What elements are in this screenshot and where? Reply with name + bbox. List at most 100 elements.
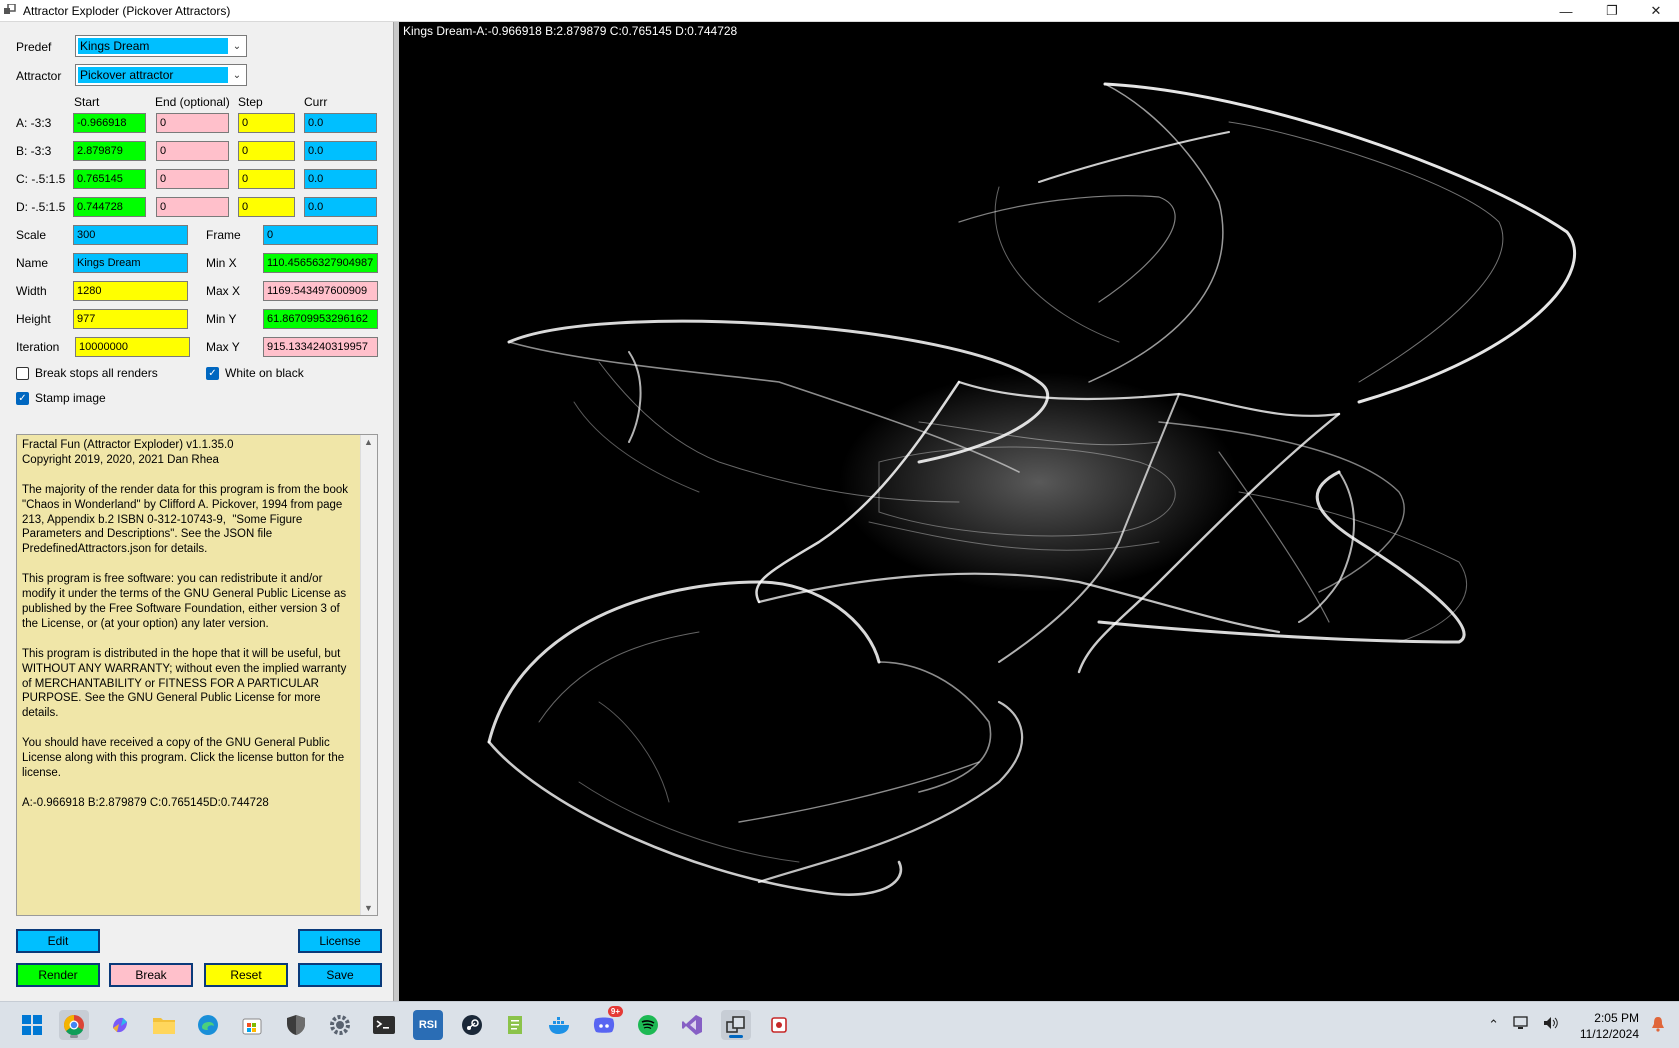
chrome-icon[interactable] <box>59 1010 89 1040</box>
iteration-label: Iteration <box>16 340 60 354</box>
scroll-down-icon[interactable]: ▼ <box>364 903 373 913</box>
start-icon[interactable] <box>17 1010 47 1040</box>
render-button[interactable]: Render <box>16 963 100 987</box>
scale-label: Scale <box>16 228 47 242</box>
close-button[interactable]: ✕ <box>1633 0 1679 22</box>
steam-icon[interactable] <box>457 1010 487 1040</box>
restore-button[interactable]: ❐ <box>1589 0 1635 22</box>
clock-date: 11/12/2024 <box>1579 1027 1639 1041</box>
col-end-header: End (optional) <box>155 95 230 109</box>
frame-label: Frame <box>206 228 241 242</box>
iteration-input[interactable]: 10000000 <box>75 337 190 357</box>
network-icon[interactable] <box>1513 1016 1529 1033</box>
height-input[interactable]: 977 <box>73 309 188 329</box>
param-d-step-input[interactable]: 0 <box>238 197 295 217</box>
volume-icon[interactable] <box>1543 1016 1559 1033</box>
min-x-label: Min X <box>206 256 237 270</box>
about-text: Fractal Fun (Attractor Exploder) v1.1.35… <box>22 439 348 809</box>
copilot-icon[interactable] <box>105 1010 135 1040</box>
minimize-button[interactable]: — <box>1543 0 1589 22</box>
name-input[interactable]: Kings Dream <box>73 253 188 273</box>
scale-input[interactable]: 300 <box>73 225 188 245</box>
predef-selected: Kings Dream <box>78 38 228 54</box>
attractor-exploder-taskbar-icon[interactable] <box>721 1010 751 1040</box>
break-button[interactable]: Break <box>109 963 193 987</box>
docker-icon[interactable] <box>545 1010 575 1040</box>
param-d-label: D: -.5:1.5 <box>16 200 66 214</box>
notepad-icon[interactable] <box>501 1010 531 1040</box>
app-icon <box>4 4 16 14</box>
param-b-start-input[interactable]: 2.879879 <box>73 141 146 161</box>
min-x-input[interactable]: 110.45656327904987 <box>263 253 378 273</box>
break-stops-checkbox[interactable] <box>16 367 29 380</box>
edge-icon[interactable] <box>193 1010 223 1040</box>
shield-icon[interactable] <box>281 1010 311 1040</box>
param-d-end-input[interactable]: 0 <box>156 197 229 217</box>
stamp-image-checkbox[interactable]: ✓ <box>16 392 29 405</box>
param-a-curr-input[interactable]: 0.0 <box>304 113 377 133</box>
height-label: Height <box>16 312 51 326</box>
spotify-icon[interactable] <box>633 1010 663 1040</box>
name-label: Name <box>16 256 49 270</box>
about-scrollbar[interactable]: ▲ ▼ <box>360 435 377 915</box>
about-textbox[interactable]: Fractal Fun (Attractor Exploder) v1.1.35… <box>16 434 378 916</box>
scroll-up-icon[interactable]: ▲ <box>364 437 373 447</box>
store-icon[interactable] <box>237 1010 267 1040</box>
title-bar: Attractor Exploder (Pickover Attractors)… <box>0 0 1679 22</box>
param-b-step-input[interactable]: 0 <box>238 141 295 161</box>
param-a-end-input[interactable]: 0 <box>156 113 229 133</box>
discord-icon[interactable]: 9+ <box>589 1006 623 1040</box>
render-canvas[interactable]: Kings Dream-A:-0.966918 B:2.879879 C:0.7… <box>399 22 1679 1001</box>
col-start-header: Start <box>74 95 100 109</box>
min-y-label: Min Y <box>206 312 237 326</box>
predef-dropdown[interactable]: Kings Dream ⌄ <box>75 35 247 57</box>
visual-studio-icon[interactable] <box>677 1010 707 1040</box>
max-x-input[interactable]: 1169.543497600909 <box>263 281 378 301</box>
predef-label: Predef <box>16 40 52 54</box>
param-b-curr-input[interactable]: 0.0 <box>304 141 377 161</box>
notification-bell-icon[interactable] <box>1651 1016 1665 1035</box>
max-y-input[interactable]: 915.1334240319957 <box>263 337 378 357</box>
param-c-label: C: -.5:1.5 <box>16 172 66 186</box>
attractor-image <box>487 82 1577 896</box>
frame-input[interactable]: 0 <box>263 225 378 245</box>
attractor-selected: Pickover attractor <box>78 67 228 83</box>
rsi-launcher-icon[interactable]: RSI <box>413 1010 443 1040</box>
save-button[interactable]: Save <box>298 963 382 987</box>
reset-button[interactable]: Reset <box>204 963 288 987</box>
col-step-header: Step <box>238 95 263 109</box>
clock-time: 2:05 PM <box>1594 1011 1639 1025</box>
clock[interactable]: 2:05 PM 11/12/2024 <box>1580 1010 1639 1042</box>
chevron-up-icon[interactable]: ⌃ <box>1488 1017 1499 1033</box>
chevron-down-icon: ⌄ <box>232 69 242 81</box>
param-a-step-input[interactable]: 0 <box>238 113 295 133</box>
discord-badge: 9+ <box>607 1006 623 1017</box>
max-x-label: Max X <box>206 284 241 298</box>
active-indicator <box>729 1035 743 1038</box>
param-a-start-input[interactable]: -0.966918 <box>73 113 146 133</box>
width-input[interactable]: 1280 <box>73 281 188 301</box>
window-title: Attractor Exploder (Pickover Attractors) <box>23 4 231 18</box>
param-c-step-input[interactable]: 0 <box>238 169 295 189</box>
control-panel: Predef Kings Dream ⌄ Attractor Pickover … <box>0 22 396 1001</box>
license-button[interactable]: License <box>298 929 382 953</box>
param-b-end-input[interactable]: 0 <box>156 141 229 161</box>
stamp-image-label: Stamp image <box>35 391 106 405</box>
terminal-icon[interactable] <box>369 1010 399 1040</box>
break-stops-label: Break stops all renders <box>35 366 158 380</box>
file-explorer-icon[interactable] <box>149 1010 179 1040</box>
settings-gear-icon[interactable] <box>325 1010 355 1040</box>
snipping-tool-icon[interactable] <box>765 1010 795 1040</box>
param-d-curr-input[interactable]: 0.0 <box>304 197 377 217</box>
running-indicator <box>70 1035 78 1038</box>
param-c-curr-input[interactable]: 0.0 <box>304 169 377 189</box>
attractor-label: Attractor <box>16 69 62 83</box>
param-c-start-input[interactable]: 0.765145 <box>73 169 146 189</box>
white-on-black-checkbox[interactable]: ✓ <box>206 367 219 380</box>
attractor-dropdown[interactable]: Pickover attractor ⌄ <box>75 64 247 86</box>
edit-button[interactable]: Edit <box>16 929 100 953</box>
param-c-end-input[interactable]: 0 <box>156 169 229 189</box>
param-d-start-input[interactable]: 0.744728 <box>73 197 146 217</box>
white-on-black-label: White on black <box>225 366 304 380</box>
min-y-input[interactable]: 61.86709953296162 <box>263 309 378 329</box>
